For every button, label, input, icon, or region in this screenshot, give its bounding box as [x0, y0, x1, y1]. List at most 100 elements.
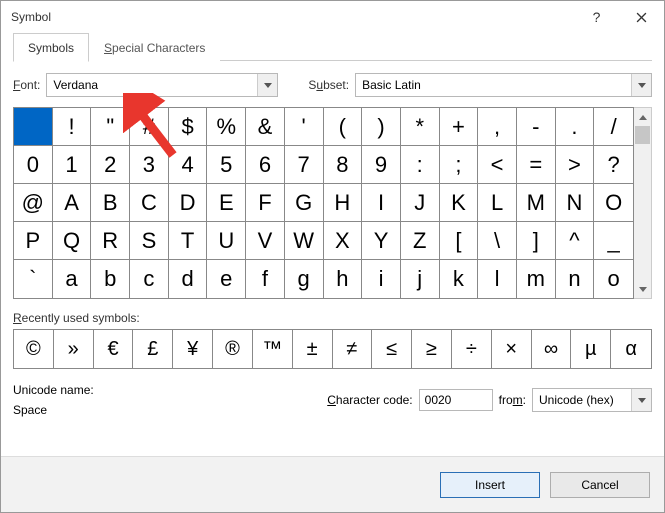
symbol-cell[interactable]: M	[517, 184, 556, 222]
symbol-cell[interactable]: 6	[246, 146, 285, 184]
symbol-cell[interactable]: E	[207, 184, 246, 222]
symbol-cell[interactable]: !	[53, 108, 92, 146]
symbol-cell[interactable]: -	[517, 108, 556, 146]
symbol-cell[interactable]: *	[401, 108, 440, 146]
recent-cell[interactable]: ≠	[333, 330, 373, 368]
symbol-cell[interactable]	[14, 108, 53, 146]
symbol-cell[interactable]: W	[285, 222, 324, 260]
symbol-cell[interactable]: S	[130, 222, 169, 260]
symbol-cell[interactable]: l	[478, 260, 517, 298]
symbol-cell[interactable]: d	[169, 260, 208, 298]
from-combo[interactable]: Unicode (hex)	[532, 388, 652, 412]
symbol-cell[interactable]: _	[594, 222, 633, 260]
symbol-cell[interactable]: j	[401, 260, 440, 298]
symbol-cell[interactable]: `	[14, 260, 53, 298]
recent-cell[interactable]: €	[94, 330, 134, 368]
symbol-cell[interactable]: [	[440, 222, 479, 260]
symbol-cell[interactable]: n	[556, 260, 595, 298]
tab-special-characters[interactable]: Special Characters	[89, 33, 220, 61]
symbol-cell[interactable]: T	[169, 222, 208, 260]
scroll-up-icon[interactable]	[634, 108, 651, 126]
tab-symbols[interactable]: Symbols	[13, 33, 89, 62]
symbol-cell[interactable]: )	[362, 108, 401, 146]
symbol-cell[interactable]: 0	[14, 146, 53, 184]
symbol-cell[interactable]: '	[285, 108, 324, 146]
recent-cell[interactable]: ¥	[173, 330, 213, 368]
symbol-cell[interactable]: >	[556, 146, 595, 184]
symbol-grid[interactable]: !"#$%&'()*+,-./0123456789:;<=>?@ABCDEFGH…	[13, 107, 634, 299]
symbol-cell[interactable]: $	[169, 108, 208, 146]
symbol-cell[interactable]: g	[285, 260, 324, 298]
symbol-cell[interactable]: /	[594, 108, 633, 146]
recent-cell[interactable]: £	[133, 330, 173, 368]
symbol-cell[interactable]: F	[246, 184, 285, 222]
symbol-cell[interactable]: J	[401, 184, 440, 222]
recent-cell[interactable]: µ	[571, 330, 611, 368]
symbol-cell[interactable]: i	[362, 260, 401, 298]
symbol-cell[interactable]: Z	[401, 222, 440, 260]
symbol-cell[interactable]: ;	[440, 146, 479, 184]
symbol-cell[interactable]: D	[169, 184, 208, 222]
symbol-cell[interactable]: (	[324, 108, 363, 146]
symbol-cell[interactable]: K	[440, 184, 479, 222]
symbol-cell[interactable]: L	[478, 184, 517, 222]
symbol-cell[interactable]: h	[324, 260, 363, 298]
symbol-cell[interactable]: <	[478, 146, 517, 184]
symbol-cell[interactable]: H	[324, 184, 363, 222]
insert-button[interactable]: Insert	[440, 472, 540, 498]
scrollbar[interactable]	[634, 107, 652, 299]
symbol-cell[interactable]: &	[246, 108, 285, 146]
symbol-cell[interactable]: Y	[362, 222, 401, 260]
symbol-cell[interactable]: O	[594, 184, 633, 222]
symbol-cell[interactable]: C	[130, 184, 169, 222]
char-code-input[interactable]	[419, 389, 493, 411]
symbol-cell[interactable]: \	[478, 222, 517, 260]
recent-cell[interactable]: ÷	[452, 330, 492, 368]
symbol-cell[interactable]: 7	[285, 146, 324, 184]
recent-cell[interactable]: ≥	[412, 330, 452, 368]
symbol-cell[interactable]: ,	[478, 108, 517, 146]
symbol-cell[interactable]: "	[91, 108, 130, 146]
symbol-cell[interactable]: B	[91, 184, 130, 222]
scroll-thumb[interactable]	[635, 126, 650, 144]
symbol-cell[interactable]: N	[556, 184, 595, 222]
symbol-cell[interactable]: V	[246, 222, 285, 260]
symbol-cell[interactable]: ^	[556, 222, 595, 260]
symbol-cell[interactable]: =	[517, 146, 556, 184]
symbol-cell[interactable]: .	[556, 108, 595, 146]
symbol-cell[interactable]: k	[440, 260, 479, 298]
symbol-cell[interactable]: +	[440, 108, 479, 146]
symbol-cell[interactable]: R	[91, 222, 130, 260]
symbol-cell[interactable]: b	[91, 260, 130, 298]
symbol-cell[interactable]: e	[207, 260, 246, 298]
help-button[interactable]: ?	[574, 2, 619, 32]
symbol-cell[interactable]: ]	[517, 222, 556, 260]
symbol-cell[interactable]: o	[594, 260, 633, 298]
recent-cell[interactable]: ®	[213, 330, 253, 368]
scroll-down-icon[interactable]	[634, 280, 651, 298]
symbol-cell[interactable]: 1	[53, 146, 92, 184]
symbol-cell[interactable]: 2	[91, 146, 130, 184]
symbol-cell[interactable]: I	[362, 184, 401, 222]
symbol-cell[interactable]: 8	[324, 146, 363, 184]
symbol-cell[interactable]: X	[324, 222, 363, 260]
recent-cell[interactable]: ™	[253, 330, 293, 368]
recent-cell[interactable]: ±	[293, 330, 333, 368]
symbol-cell[interactable]: ?	[594, 146, 633, 184]
symbol-cell[interactable]: U	[207, 222, 246, 260]
symbol-cell[interactable]: 4	[169, 146, 208, 184]
symbol-cell[interactable]: a	[53, 260, 92, 298]
symbol-cell[interactable]: A	[53, 184, 92, 222]
symbol-cell[interactable]: %	[207, 108, 246, 146]
recent-grid[interactable]: ©»€£¥®™±≠≤≥÷×∞µα	[13, 329, 652, 369]
symbol-cell[interactable]: #	[130, 108, 169, 146]
symbol-cell[interactable]: P	[14, 222, 53, 260]
symbol-cell[interactable]: G	[285, 184, 324, 222]
symbol-cell[interactable]: m	[517, 260, 556, 298]
symbol-cell[interactable]: @	[14, 184, 53, 222]
symbol-cell[interactable]: 5	[207, 146, 246, 184]
symbol-cell[interactable]: 9	[362, 146, 401, 184]
recent-cell[interactable]: ≤	[372, 330, 412, 368]
recent-cell[interactable]: ∞	[532, 330, 572, 368]
font-combo[interactable]: Verdana	[46, 73, 278, 97]
